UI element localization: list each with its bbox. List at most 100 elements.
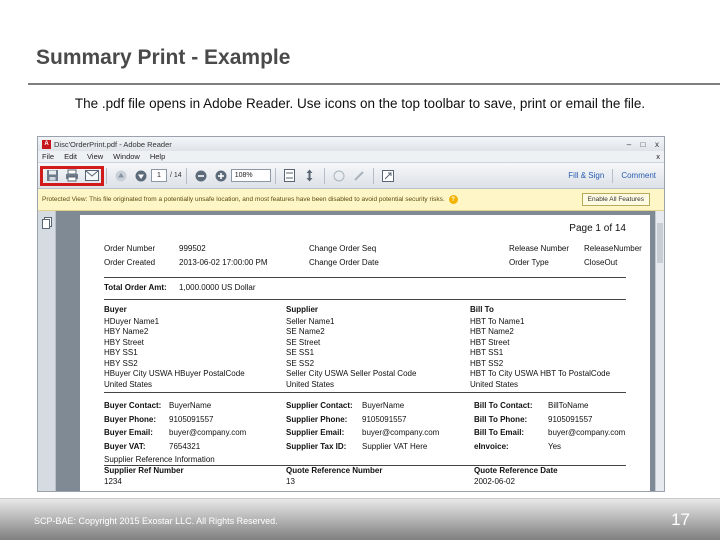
comment-bubble-icon[interactable] [331, 168, 347, 184]
menu-edit[interactable]: Edit [64, 152, 77, 161]
supplier-address-block: Supplier Seller Name1 SE Name2 SE Street… [286, 305, 466, 390]
contact-label: Buyer Email: [104, 428, 153, 438]
address-line: SE SS1 [286, 348, 315, 357]
maximize-button[interactable]: □ [636, 140, 650, 149]
menu-help[interactable]: Help [150, 152, 165, 161]
contact-value: BuyerName [362, 401, 405, 410]
address-line: United States [470, 379, 519, 389]
minimize-button[interactable]: – [622, 140, 636, 149]
next-page-icon[interactable] [133, 168, 149, 184]
buyer-address-block: Buyer HDuyer Name1 HBY Name2 HBY Street … [104, 305, 284, 390]
total-order-value: 1,000.0000 US Dollar [179, 283, 256, 292]
contact-value: buyer@company.com [362, 428, 440, 438]
section-divider [104, 392, 626, 393]
comment-button[interactable]: Comment [613, 171, 664, 180]
toolbar-divider [274, 167, 276, 184]
fit-page-icon[interactable] [282, 168, 298, 184]
document-content: Page 1 of 14 Order Number 999502 Change … [38, 211, 664, 491]
window-title: Disc'OrderPrint.pdf - Adobe Reader [54, 139, 172, 149]
address-line: SE SS2 [286, 358, 315, 368]
contact-value: 9105091557 [169, 414, 214, 424]
scrollbar-thumb[interactable] [657, 223, 663, 263]
order-header-row: Order Created 2013-06-02 17:00:00 PM Cha… [104, 255, 644, 269]
order-header-row: Order Number 999502 Change Order Seq Rel… [104, 241, 644, 255]
address-line: HBT SS2 [470, 358, 504, 368]
toolbar-divider [185, 167, 187, 184]
contact-value: 7654321 [169, 441, 201, 451]
order-type-label: Order Type [509, 257, 549, 267]
quote-date-value: 2002-06-02 [474, 477, 515, 486]
menu-view[interactable]: View [87, 152, 103, 161]
document-viewport[interactable]: Page 1 of 14 Order Number 999502 Change … [56, 211, 655, 491]
page-number-input[interactable]: 1 [151, 169, 167, 182]
enable-all-features-button[interactable]: Enable All Features [581, 193, 650, 206]
zoom-level-select[interactable]: 108% [230, 169, 271, 182]
previous-page-icon[interactable] [113, 168, 129, 184]
contact-label: Buyer Contact: [104, 401, 162, 410]
change-order-seq-label: Change Order Seq [309, 243, 377, 253]
buyer-contact-block: Buyer Contact: BuyerName Buyer Phone: 9105… [104, 399, 304, 453]
address-line: SE Street [286, 337, 321, 347]
toolbar-right-group: Fill & Sign Comment [560, 168, 664, 183]
address-line: Seller Name1 [286, 316, 335, 326]
window-controls: – □ x [622, 140, 664, 149]
close-document-button[interactable]: x [656, 152, 660, 161]
quote-date-heading: Quote Reference Date [474, 466, 558, 475]
address-line: HBT To Name1 [470, 316, 525, 326]
supplier-contact-block: Supplier Contact: BuyerName Supplier Phon… [286, 399, 486, 453]
supplier-reference-info: Supplier Reference Information [104, 455, 215, 464]
scroll-mode-icon[interactable] [302, 168, 318, 184]
address-line: HBY Name2 [104, 327, 149, 336]
contact-label: Bill To Email: [474, 428, 525, 438]
pages-panel-icon[interactable] [41, 217, 52, 229]
zoom-in-icon[interactable] [213, 168, 229, 184]
window-titlebar: A Disc'OrderPrint.pdf - Adobe Reader – □… [38, 137, 664, 151]
address-line: HDuyer Name1 [104, 316, 160, 326]
zoom-out-icon[interactable] [193, 168, 209, 184]
contact-label: Buyer VAT: [104, 441, 146, 451]
order-header: Order Number 999502 Change Order Seq Rel… [104, 241, 644, 269]
close-window-button[interactable]: x [650, 140, 664, 149]
quote-date-block: Quote Reference Date 2002-06-02 [474, 465, 558, 487]
contact-value: 9105091557 [362, 414, 407, 424]
supplier-ref-value: 1234 [104, 477, 122, 486]
address-line: United States [286, 379, 335, 389]
toolbar-divider [372, 167, 374, 184]
contact-label: eInvoice: [474, 441, 509, 451]
highlight-tool-icon[interactable] [351, 168, 367, 184]
supplier-ref-block: Supplier Ref Number 1234 [104, 465, 184, 487]
address-line: HBT To City USWA HBT To PostalCode [470, 369, 611, 378]
protected-view-message: Protected View: This file originated fro… [42, 196, 445, 203]
quote-ref-block: Quote Reference Number 13 [286, 465, 382, 487]
address-line: HBY SS1 [104, 348, 138, 357]
pdf-page: Page 1 of 14 Order Number 999502 Change … [80, 215, 650, 491]
menu-window[interactable]: Window [113, 152, 140, 161]
address-line: Seller City USWA Seller Postal Code [286, 369, 417, 378]
help-icon[interactable]: ? [448, 195, 458, 204]
address-line: HBY Street [104, 337, 144, 347]
vertical-scrollbar[interactable] [655, 211, 664, 491]
supplier-heading: Supplier [286, 305, 319, 314]
change-order-date-label: Change Order Date [309, 257, 379, 267]
order-created-value: 2013-06-02 17:00:00 PM [179, 257, 268, 267]
reader-toolbar: 1 / 14 108% Fill & Sign Comment [38, 163, 664, 189]
adobe-reader-window: A Disc'OrderPrint.pdf - Adobe Reader – □… [37, 136, 665, 492]
order-number-value: 999502 [179, 243, 206, 253]
toolbar-divider [106, 167, 107, 184]
bill-to-contact-block: Bill To Contact: BillToName Bill To Phone… [474, 399, 664, 453]
contact-value: Supplier VAT Here [362, 441, 428, 451]
expand-icon[interactable] [380, 168, 396, 184]
contact-label: Buyer Phone: [104, 414, 157, 424]
section-divider [104, 277, 626, 278]
contact-value: buyer@company.com [548, 428, 626, 438]
pdf-app-icon: A [42, 139, 51, 149]
fill-sign-button[interactable]: Fill & Sign [560, 171, 612, 180]
slide-subtitle: The .pdf file opens in Adobe Reader. Use… [74, 96, 646, 111]
address-line: HBT Name2 [470, 327, 514, 336]
address-line: SE Name2 [286, 327, 325, 336]
bill-to-address-block: Bill To HBT To Name1 HBT Name2 HBT Stree… [470, 305, 650, 390]
slide-page-number: 17 [671, 510, 690, 529]
total-order-label: Total Order Amt: [104, 283, 167, 292]
contact-label: Supplier Contact: [286, 401, 353, 410]
menu-file[interactable]: File [42, 152, 54, 161]
